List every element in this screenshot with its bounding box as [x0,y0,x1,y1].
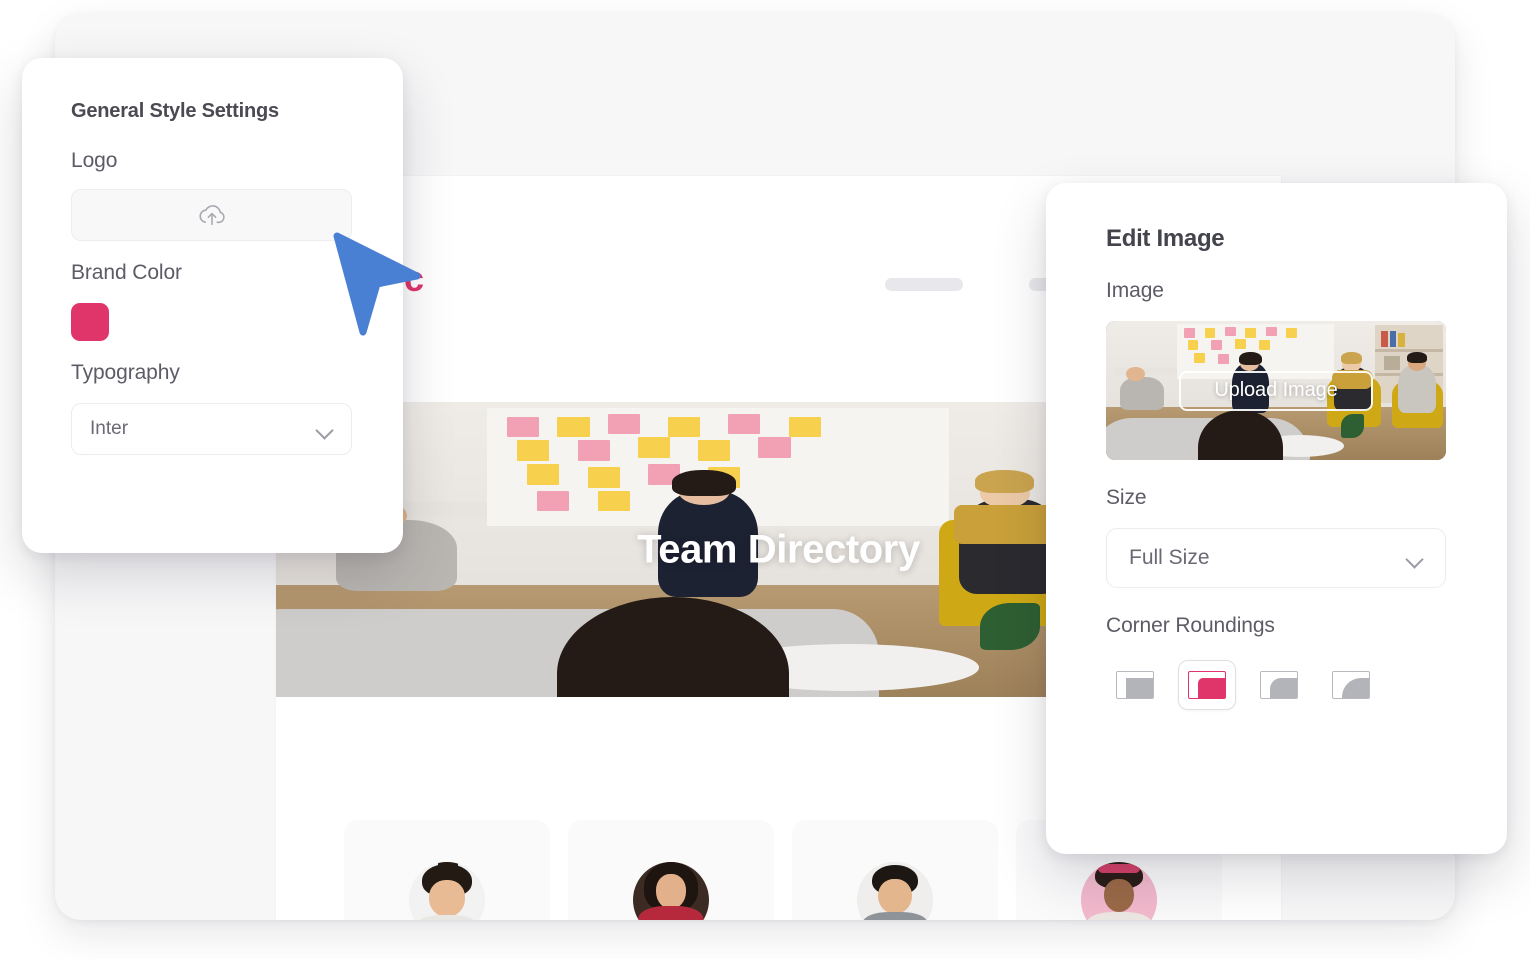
brand-color-label: Brand Color [71,261,182,284]
upload-image-button[interactable]: Upload Image [1179,370,1373,411]
cloud-upload-icon [197,203,227,227]
team-member-card[interactable] [568,820,774,920]
chevron-down-icon [316,424,333,434]
edit-image-panel: Edit Image Image Upload Image Size Full … [1046,183,1507,854]
avatar [1081,862,1157,920]
avatar [857,862,933,920]
corner-rounding-small[interactable] [1178,660,1236,710]
corner-rounding-large[interactable] [1322,660,1380,710]
image-preview-thumbnail[interactable]: Upload Image [1106,321,1446,460]
typography-label: Typography [71,361,180,384]
size-label: Size [1106,486,1147,509]
team-member-card[interactable] [792,820,998,920]
corner-rounding-none[interactable] [1106,660,1164,710]
avatar [409,862,485,920]
team-member-card[interactable] [344,820,550,920]
corner-rounding-medium-icon [1260,671,1298,699]
avatar [633,862,709,920]
corner-roundings-options [1106,660,1447,710]
general-style-settings-panel: General Style Settings Logo Brand Color … [22,58,403,553]
image-label: Image [1106,279,1164,302]
screenshot-stage: ewInc [0,0,1530,959]
brand-color-swatch[interactable] [71,303,109,341]
corner-rounding-large-icon [1332,671,1370,699]
logo-upload-dropzone[interactable] [71,189,352,241]
typography-select[interactable]: Inter [71,403,352,455]
corner-rounding-small-icon [1188,671,1226,699]
size-select-value: Full Size [1129,546,1210,569]
typography-select-value: Inter [90,418,129,439]
edit-image-title: Edit Image [1106,225,1225,252]
chevron-down-icon [1406,553,1423,563]
corner-roundings-label: Corner Roundings [1106,614,1275,637]
nav-item-placeholder-1[interactable] [885,278,963,291]
size-select[interactable]: Full Size [1106,528,1446,588]
corner-rounding-none-icon [1116,671,1154,699]
corner-rounding-medium[interactable] [1250,660,1308,710]
panel-title: General Style Settings [71,100,279,122]
logo-label: Logo [71,149,118,172]
